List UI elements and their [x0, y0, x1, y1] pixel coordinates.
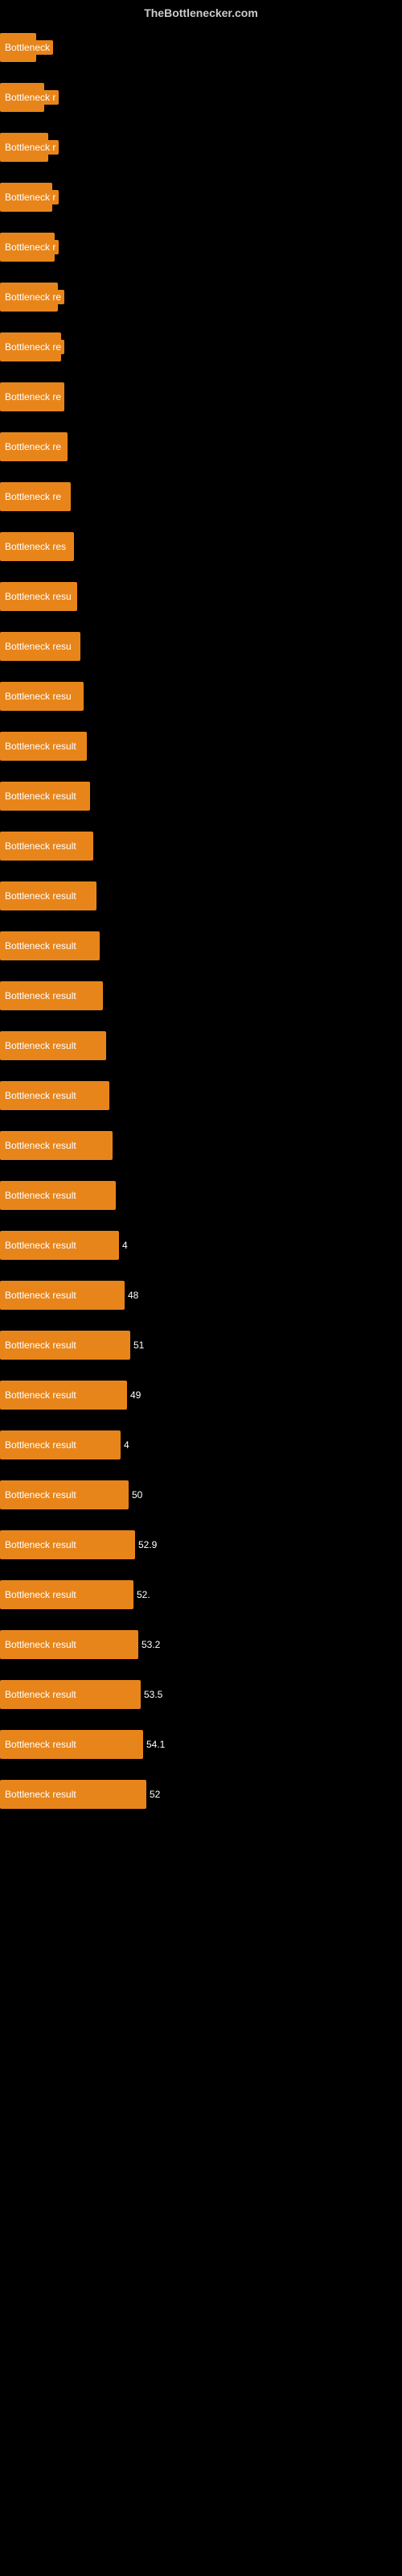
- bar-value: 4: [124, 1439, 129, 1451]
- bar-row: Bottleneck re: [0, 472, 402, 522]
- bar-label: Bottleneck result: [2, 889, 80, 903]
- bar-row: Bottleneck result 51: [0, 1320, 402, 1370]
- bar-value: 53.2: [142, 1639, 160, 1650]
- bar-label: Bottleneck r: [2, 140, 59, 155]
- bar-row: Bottleneck re: [0, 372, 402, 422]
- bar-row: Bottleneck result 53.2: [0, 1620, 402, 1670]
- bar-label: Bottleneck r: [2, 90, 59, 105]
- bar-label: Bottleneck result: [2, 1338, 80, 1352]
- bar-label: Bottleneck result: [2, 939, 80, 953]
- bar-label: Bottleneck result: [2, 839, 80, 853]
- bar-row: Bottleneck result: [0, 1121, 402, 1170]
- bar-row: Bottleneck r: [0, 122, 402, 172]
- bar-label: Bottleneck result: [2, 1438, 80, 1452]
- bar-label: Bottleneck result: [2, 1188, 80, 1203]
- bar-label: Bottleneck r: [2, 240, 59, 254]
- bar-row: Bottleneck res: [0, 522, 402, 572]
- bar-row: Bottleneck result 53.5: [0, 1670, 402, 1719]
- bar-row: Bottleneck r: [0, 172, 402, 222]
- bar-label: Bottleneck result: [2, 1787, 80, 1802]
- bar-row: Bottleneck result: [0, 771, 402, 821]
- bar-label: Bottleneck result: [2, 1288, 80, 1302]
- bar-label: Bottleneck re: [2, 340, 64, 354]
- bar-label: Bottleneck resu: [2, 589, 75, 604]
- bar-label: Bottleneck result: [2, 1637, 80, 1652]
- bar-row: Bottleneck result 52.9: [0, 1520, 402, 1570]
- bar-label: Bottleneck result: [2, 989, 80, 1003]
- bar-row: Bottleneck resu: [0, 572, 402, 621]
- bar-label: Bottleneck: [2, 40, 53, 55]
- bar-row: Bottleneck result 4: [0, 1420, 402, 1470]
- bar-label: Bottleneck re: [2, 290, 64, 304]
- bar-label: Bottleneck re: [2, 390, 64, 404]
- bar-value: 52.: [137, 1589, 150, 1600]
- bar-label: Bottleneck result: [2, 789, 80, 803]
- bar-row: Bottleneck result: [0, 871, 402, 921]
- bar-label: Bottleneck res: [2, 539, 69, 554]
- bar-row: Bottleneck result 49: [0, 1370, 402, 1420]
- bar-row: Bottleneck result: [0, 1021, 402, 1071]
- header: TheBottlenecker.com: [0, 0, 402, 23]
- bar-value: 4: [122, 1240, 128, 1251]
- bar-value: 48: [128, 1290, 138, 1301]
- bar-row: Bottleneck r: [0, 222, 402, 272]
- bar-label: Bottleneck result: [2, 739, 80, 753]
- bar-row: Bottleneck re: [0, 322, 402, 372]
- bar-row: Bottleneck result 52: [0, 1769, 402, 1819]
- bar-value: 51: [133, 1340, 144, 1351]
- bar-label: Bottleneck result: [2, 1587, 80, 1602]
- bar-row: Bottleneck result 52.: [0, 1570, 402, 1620]
- bar-row: Bottleneck result: [0, 1170, 402, 1220]
- bar-label: Bottleneck r: [2, 190, 59, 204]
- bar-label: Bottleneck result: [2, 1088, 80, 1103]
- bar-row: Bottleneck result: [0, 1071, 402, 1121]
- bar-label: Bottleneck result: [2, 1488, 80, 1502]
- bar-row: Bottleneck result 54.1: [0, 1719, 402, 1769]
- chart-area: Bottleneck Bottleneck r Bottleneck r Bottle…: [0, 23, 402, 1819]
- bar-row: Bottleneck result 48: [0, 1270, 402, 1320]
- bar-label: Bottleneck result: [2, 1138, 80, 1153]
- bar-row: Bottleneck resu: [0, 621, 402, 671]
- bar-label: Bottleneck re: [2, 489, 64, 504]
- bar-row: Bottleneck result: [0, 921, 402, 971]
- bar-row: Bottleneck re: [0, 422, 402, 472]
- bar-row: Bottleneck re: [0, 272, 402, 322]
- bar-row: Bottleneck resu: [0, 671, 402, 721]
- bar-value: 52: [150, 1789, 160, 1800]
- bar-value: 53.5: [144, 1689, 162, 1700]
- bar-row: Bottleneck result: [0, 821, 402, 871]
- bar-row: Bottleneck r: [0, 72, 402, 122]
- bar-value: 50: [132, 1489, 142, 1501]
- bar-label: Bottleneck re: [2, 440, 64, 454]
- bar-row: Bottleneck: [0, 23, 402, 72]
- bar-row: Bottleneck result 50: [0, 1470, 402, 1520]
- bar-label: Bottleneck resu: [2, 689, 75, 704]
- bar-row: Bottleneck result 4: [0, 1220, 402, 1270]
- bar-label: Bottleneck resu: [2, 639, 75, 654]
- bar-label: Bottleneck result: [2, 1038, 80, 1053]
- bar-label: Bottleneck result: [2, 1538, 80, 1552]
- bar-value: 54.1: [146, 1739, 165, 1750]
- bar-label: Bottleneck result: [2, 1238, 80, 1253]
- bar-label: Bottleneck result: [2, 1388, 80, 1402]
- bar-label: Bottleneck result: [2, 1737, 80, 1752]
- site-title: TheBottlenecker.com: [0, 0, 402, 23]
- bar-label: Bottleneck result: [2, 1687, 80, 1702]
- bar-row: Bottleneck result: [0, 721, 402, 771]
- bar-value: 52.9: [138, 1539, 157, 1550]
- bar-value: 49: [130, 1389, 141, 1401]
- bar-row: Bottleneck result: [0, 971, 402, 1021]
